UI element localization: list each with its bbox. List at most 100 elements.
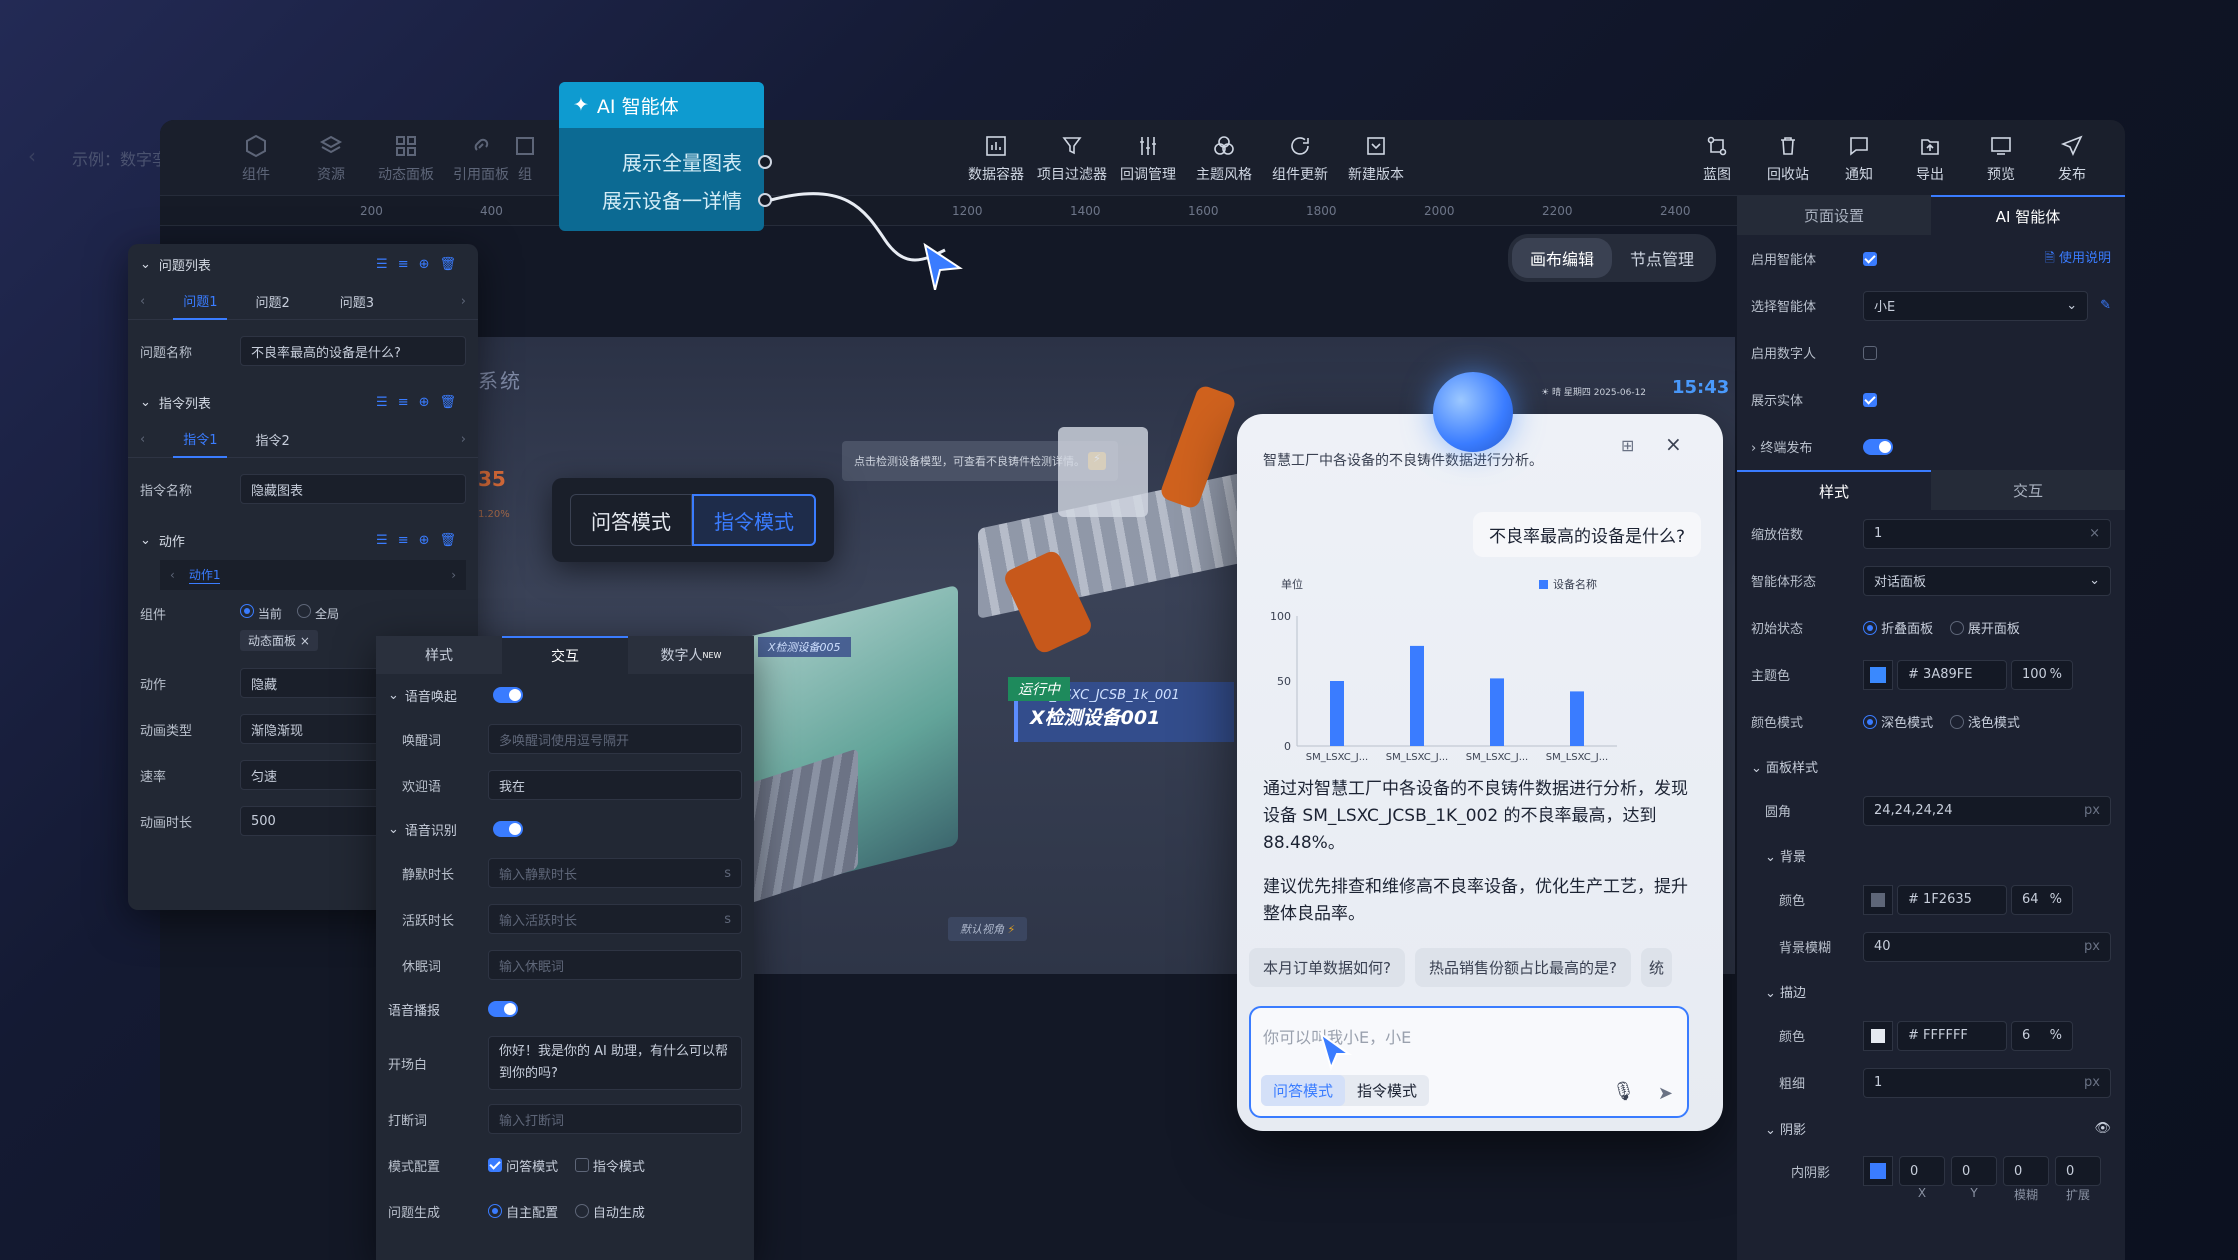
chevron-right-icon[interactable]: ›: [451, 568, 456, 582]
chat-cmd-mode[interactable]: 指令模式: [1345, 1075, 1429, 1106]
tab-ai-agent[interactable]: AI 智能体: [1931, 195, 2125, 235]
radio-current[interactable]: [240, 604, 254, 618]
opening-input[interactable]: 你好！我是你的 AI 助理，有什么可以帮到你的吗?: [488, 1036, 742, 1090]
chat-input-box[interactable]: 你可以叫我小E，小E 问答模式 指令模式 🎙 ➤: [1249, 1006, 1689, 1118]
list-actions[interactable]: ☰≡⊕🗑: [376, 257, 466, 272]
tool-component-update[interactable]: 组件更新: [1264, 134, 1336, 184]
tts-toggle[interactable]: [488, 1001, 518, 1017]
tool-component[interactable]: 组件: [220, 134, 292, 184]
agent-orb[interactable]: [1433, 372, 1513, 452]
chevron-left-icon[interactable]: ‹: [140, 294, 145, 309]
light-mode-radio[interactable]: [1949, 714, 1964, 729]
tool-dynamic-panel[interactable]: 动态面板: [370, 134, 442, 184]
active-input[interactable]: 输入活跃时长 s: [488, 904, 742, 934]
tab-style[interactable]: 样式: [376, 636, 502, 674]
qa-mode-button[interactable]: 问答模式: [570, 494, 692, 546]
shadow-y-input[interactable]: 0: [1951, 1156, 1997, 1186]
shadow-blur-input[interactable]: 0: [2003, 1156, 2049, 1186]
qr-icon[interactable]: ⊞: [1621, 436, 1634, 455]
back-icon[interactable]: ‹: [28, 144, 36, 168]
tab-question-3[interactable]: 问题3: [340, 292, 374, 311]
radio-all[interactable]: [297, 604, 312, 618]
close-icon[interactable]: ×: [300, 634, 310, 648]
tool-recycle[interactable]: 回收站: [1758, 134, 1818, 184]
list-actions[interactable]: ☰≡⊕🗑: [376, 395, 466, 410]
chevron-down-icon[interactable]: ⌄: [388, 688, 399, 703]
mode-cmd-checkbox[interactable]: [574, 1158, 589, 1172]
chevron-down-icon[interactable]: ⌄: [388, 822, 399, 837]
chevron-left-icon[interactable]: ‹: [170, 568, 175, 582]
tab-interaction[interactable]: 交互: [1931, 470, 2125, 510]
agent-select[interactable]: 小E ⌄: [1863, 290, 2089, 321]
tool-preview[interactable]: 预览: [1971, 134, 2031, 184]
tool-notify[interactable]: 通知: [1829, 134, 1889, 184]
sleep-input[interactable]: 输入休眠词: [488, 950, 742, 980]
stroke-swatch[interactable]: [1863, 1020, 1893, 1051]
suggestion-chip[interactable]: 统: [1640, 948, 1672, 987]
thick-input[interactable]: 1 px: [1863, 1067, 2111, 1098]
canvas-edit-tab[interactable]: 画布编辑: [1512, 238, 1613, 278]
chart-bar[interactable]: [1490, 678, 1504, 746]
suggestion-chip[interactable]: 本月订单数据如何?: [1249, 948, 1405, 987]
tool-resource[interactable]: 资源: [295, 134, 367, 184]
welcome-input[interactable]: 我在: [488, 770, 742, 800]
q-name-input[interactable]: 不良率最高的设备是什么?: [240, 336, 466, 366]
machine-model-2[interactable]: [1058, 427, 1148, 517]
tab-interaction[interactable]: 交互: [502, 636, 628, 674]
tab-digital-human[interactable]: 数字人 NEW: [628, 636, 754, 674]
stroke-opacity-input[interactable]: 6%: [2011, 1020, 2073, 1051]
asr-toggle[interactable]: [492, 821, 523, 837]
chevron-down-icon[interactable]: ⌄: [140, 395, 151, 410]
theme-hex-input[interactable]: # 3A89FE: [1897, 659, 2007, 690]
q-gen-auto-radio[interactable]: [574, 1204, 589, 1218]
tab-cmd-1[interactable]: 指令1: [173, 421, 228, 458]
silence-input[interactable]: 输入静默时长 s: [488, 858, 742, 888]
tool-callback[interactable]: 回调管理: [1112, 134, 1184, 184]
help-link[interactable]: 🗎 使用说明: [2044, 247, 2111, 271]
tab-page-settings[interactable]: 页面设置: [1737, 195, 1931, 235]
mic-icon[interactable]: 🎙: [1612, 1081, 1635, 1102]
close-icon[interactable]: ×: [1665, 432, 1682, 456]
theme-opacity-input[interactable]: 100%: [2011, 659, 2073, 690]
stroke-hex-input[interactable]: # FFFFFF: [1897, 1020, 2007, 1051]
tab-style[interactable]: 样式: [1737, 470, 1931, 510]
cmd-mode-button[interactable]: 指令模式: [692, 494, 816, 546]
shadow-x-input[interactable]: 0: [1899, 1156, 1945, 1186]
send-icon[interactable]: ➤: [1658, 1083, 1673, 1104]
scale-input[interactable]: 1 ×: [1863, 518, 2111, 549]
ai-item-show-charts[interactable]: 展示全量图表: [581, 144, 742, 182]
node-manage-tab[interactable]: 节点管理: [1612, 238, 1712, 278]
chevron-down-icon[interactable]: ⌄: [140, 257, 151, 272]
chat-input[interactable]: 你可以叫我小E，小E: [1251, 1008, 1687, 1048]
small-device-label[interactable]: X检测设备005: [758, 637, 851, 657]
init-fold-radio[interactable]: [1863, 620, 1877, 635]
tab-cmd-2[interactable]: 指令2: [255, 430, 289, 449]
edit-icon[interactable]: ✎: [2100, 298, 2111, 313]
q-gen-self-radio[interactable]: [488, 1204, 502, 1218]
bg-hex-input[interactable]: # 1F2635: [1897, 884, 2007, 915]
component-tag[interactable]: 动态面板 ×: [240, 630, 318, 651]
tool-new-version[interactable]: 新建版本: [1340, 134, 1412, 184]
tab-question-2[interactable]: 问题2: [255, 292, 289, 311]
wake-word-input[interactable]: 多唤醒词使用逗号隔开: [488, 724, 742, 754]
clear-icon[interactable]: ×: [2089, 526, 2100, 541]
mode-qa-checkbox[interactable]: [488, 1158, 502, 1172]
shadow-swatch[interactable]: [1863, 1156, 1893, 1186]
chevron-right-icon[interactable]: ›: [461, 432, 466, 447]
chevron-right-icon[interactable]: ›: [461, 294, 466, 309]
shadow-spread-input[interactable]: 0: [2055, 1156, 2101, 1186]
tool-group[interactable]: 组: [505, 134, 545, 184]
wake-toggle[interactable]: [492, 687, 523, 703]
enable-human-checkbox[interactable]: [1863, 345, 1877, 360]
shape-select[interactable]: 对话面板 ⌄: [1863, 565, 2111, 596]
chevron-left-icon[interactable]: ‹: [140, 432, 145, 447]
init-unfold-radio[interactable]: [1949, 620, 1964, 635]
blur-input[interactable]: 40 px: [1863, 931, 2111, 962]
interrupt-input[interactable]: 输入打断词: [488, 1104, 742, 1134]
chart-bar[interactable]: [1570, 691, 1584, 746]
eye-icon[interactable]: 👁: [2094, 1121, 2111, 1136]
default-view-button[interactable]: 默认视角 ⚡: [948, 917, 1028, 941]
tool-export[interactable]: 导出: [1900, 134, 1960, 184]
bg-opacity-input[interactable]: 64%: [2011, 884, 2073, 915]
tool-blueprint[interactable]: 蓝图: [1687, 134, 1747, 184]
